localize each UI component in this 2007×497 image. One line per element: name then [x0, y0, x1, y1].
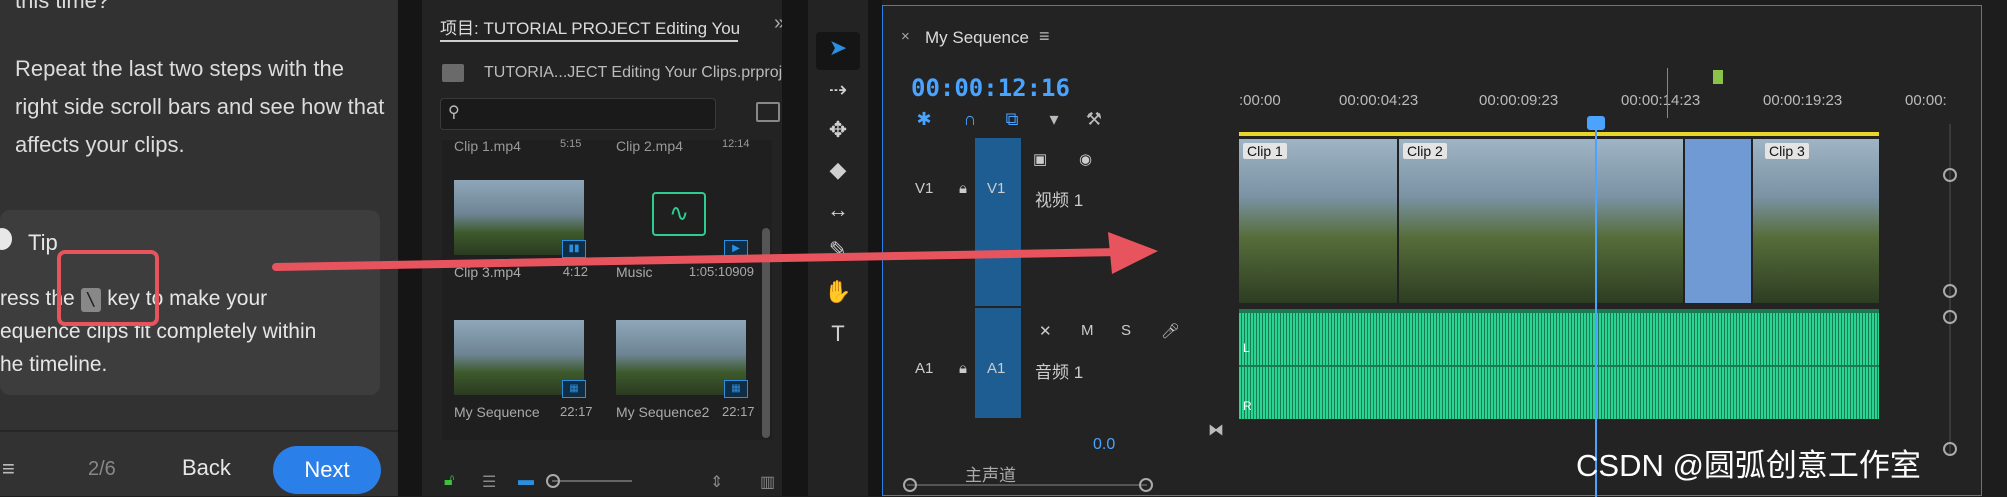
lock-track-icon[interactable]: 🔒︎: [959, 360, 967, 377]
sequence-badge-icon: ▦: [562, 380, 586, 398]
video-scroll-handle-bottom[interactable]: [1943, 284, 1957, 298]
instruction-text: Repeat the last two steps with the right…: [15, 56, 385, 157]
settings-wrench-icon[interactable]: ⚒: [1083, 108, 1105, 130]
a1-track-name: 音频 1: [1035, 363, 1084, 382]
selection-tool-icon[interactable]: ➤: [816, 32, 860, 70]
watermark-text: CSDN @圆弧创意工作室: [1576, 448, 1921, 483]
project-file-icon: [442, 64, 464, 82]
solo-button[interactable]: S: [1121, 322, 1131, 339]
horizontal-scroll-track[interactable]: [907, 484, 1147, 486]
search-input[interactable]: [440, 98, 716, 130]
lock-track-icon[interactable]: 🔒︎: [959, 180, 967, 197]
mute-button[interactable]: M: [1081, 322, 1094, 339]
add-marker-icon[interactable]: ▾: [1043, 108, 1065, 130]
clip-1[interactable]: Clip 1: [1239, 139, 1399, 303]
ripple-edit-tool-icon[interactable]: ✥: [822, 114, 854, 146]
eye-icon[interactable]: ◉: [1079, 150, 1092, 168]
next-button[interactable]: Next: [273, 446, 381, 494]
tip-text-4: he timeline.: [0, 353, 108, 376]
audio-waveform-icon: ∿: [652, 192, 706, 236]
search-icon: ⚲: [448, 104, 460, 121]
lock-icon[interactable]: 🔓︎: [444, 472, 454, 490]
menu-icon[interactable]: ≡: [2, 456, 15, 482]
video-scroll-handle-top[interactable]: [1943, 168, 1957, 182]
mute-off-icon[interactable]: ✕: [1039, 322, 1052, 340]
back-button[interactable]: Back: [182, 455, 231, 481]
a1-track-label[interactable]: A1: [987, 360, 1005, 377]
icon-view-icon[interactable]: ▬: [518, 472, 534, 490]
ruler-tick: :00:00: [1239, 92, 1281, 109]
close-icon[interactable]: ×: [901, 28, 910, 45]
razor-tool-icon[interactable]: ◆: [822, 154, 854, 186]
go-to-end-icon[interactable]: ⧓: [1208, 420, 1224, 440]
media-item-duration: 22:17: [722, 404, 755, 419]
sort-icon[interactable]: ⇕: [710, 472, 723, 492]
v1-track-label[interactable]: V1: [987, 180, 1005, 197]
audio-scroll-handle-bottom[interactable]: [1943, 442, 1957, 456]
media-item-duration: 22:17: [560, 404, 593, 419]
panel-menu-icon[interactable]: ≡: [1039, 26, 1050, 47]
ruler-tick: 00:00:04:23: [1339, 92, 1419, 109]
media-item-name: My Sequence2: [616, 404, 710, 420]
zoom-slider[interactable]: [552, 480, 632, 482]
clip-label: Clip 3: [1765, 143, 1809, 159]
zoom-slider-handle[interactable]: [546, 474, 560, 488]
sequence-badge-icon: ▦: [724, 380, 748, 398]
question-text: this time?: [15, 0, 110, 13]
tip-body: ress the \ key to make your equence clip…: [0, 282, 370, 381]
v1-track-name: 视频 1: [1035, 191, 1084, 210]
marker-icon[interactable]: [1713, 70, 1723, 84]
tip-title: Tip: [28, 230, 58, 255]
linked-selection-icon[interactable]: ⧉: [1001, 108, 1023, 130]
master-volume-value[interactable]: 0.0: [1093, 436, 1115, 454]
channel-r: R: [1243, 399, 1252, 413]
media-item-sequence[interactable]: ▦ My Sequence 22:17: [442, 280, 593, 420]
ruler-tick: 00:00:09:23: [1479, 92, 1559, 109]
timecode-display[interactable]: 00:00:12:16: [911, 74, 1070, 102]
audio-scroll-handle-top[interactable]: [1943, 310, 1957, 324]
sync-lock-icon[interactable]: ▣: [1033, 150, 1047, 168]
microphone-icon[interactable]: 🎤︎: [1161, 322, 1180, 340]
clip-label: Clip 2: [1403, 143, 1447, 159]
horizontal-scroll-handle-right[interactable]: [1139, 478, 1153, 492]
clip-2[interactable]: Clip 2: [1399, 139, 1685, 303]
ruler-tick: 00:00:14:23: [1621, 92, 1701, 109]
clip-label: Clip 1: [1243, 143, 1287, 159]
gap-selection[interactable]: [1685, 139, 1751, 303]
media-item-sequence2[interactable]: ▦ My Sequence2 22:17: [604, 280, 755, 420]
footer-divider: [0, 430, 398, 432]
project-file-name: TUTORIA...JECT Editing Your Clips.prproj: [484, 64, 783, 81]
horizontal-scroll-handle-left[interactable]: [903, 478, 917, 492]
ruler-tick: 00:00:: [1905, 92, 1947, 109]
track-select-tool-icon[interactable]: ⇢: [822, 74, 854, 106]
project-tab[interactable]: 项目: TUTORIAL PROJECT Editing Your C: [440, 14, 740, 39]
key-highlight-box: [57, 250, 159, 326]
snap-icon[interactable]: ∩: [959, 108, 981, 130]
work-area-bar[interactable]: [1239, 132, 1879, 136]
lightbulb-icon: [0, 228, 12, 250]
media-item-name: My Sequence: [454, 404, 540, 420]
list-view-icon[interactable]: ☰: [482, 472, 496, 492]
automate-icon[interactable]: ▥: [760, 472, 775, 492]
page-indicator: 2/6: [88, 458, 116, 480]
v1-source-label[interactable]: V1: [915, 180, 933, 197]
type-tool-icon[interactable]: T: [822, 318, 854, 350]
a1-source-label[interactable]: A1: [915, 360, 933, 377]
master-track-name: 主声道: [965, 466, 1016, 485]
in-point-line: [1667, 68, 1668, 118]
ruler-tick: 00:00:19:23: [1763, 92, 1843, 109]
clip-3[interactable]: Clip 3: [1753, 139, 1881, 303]
waveform-left: [1239, 313, 1879, 365]
tab-underline: [440, 40, 738, 42]
waveform-right: [1239, 367, 1879, 419]
audio-clip[interactable]: L R: [1239, 309, 1879, 419]
slip-tool-icon[interactable]: ↔: [822, 194, 854, 226]
channel-l: L: [1243, 341, 1250, 355]
sequence-tab[interactable]: My Sequence: [925, 28, 1029, 48]
tip-text-3: equence clips fit completely within: [0, 320, 317, 343]
new-bin-icon[interactable]: [756, 102, 780, 122]
annotation-arrow-icon: [272, 232, 1158, 274]
nest-icon[interactable]: ✱: [913, 108, 935, 130]
